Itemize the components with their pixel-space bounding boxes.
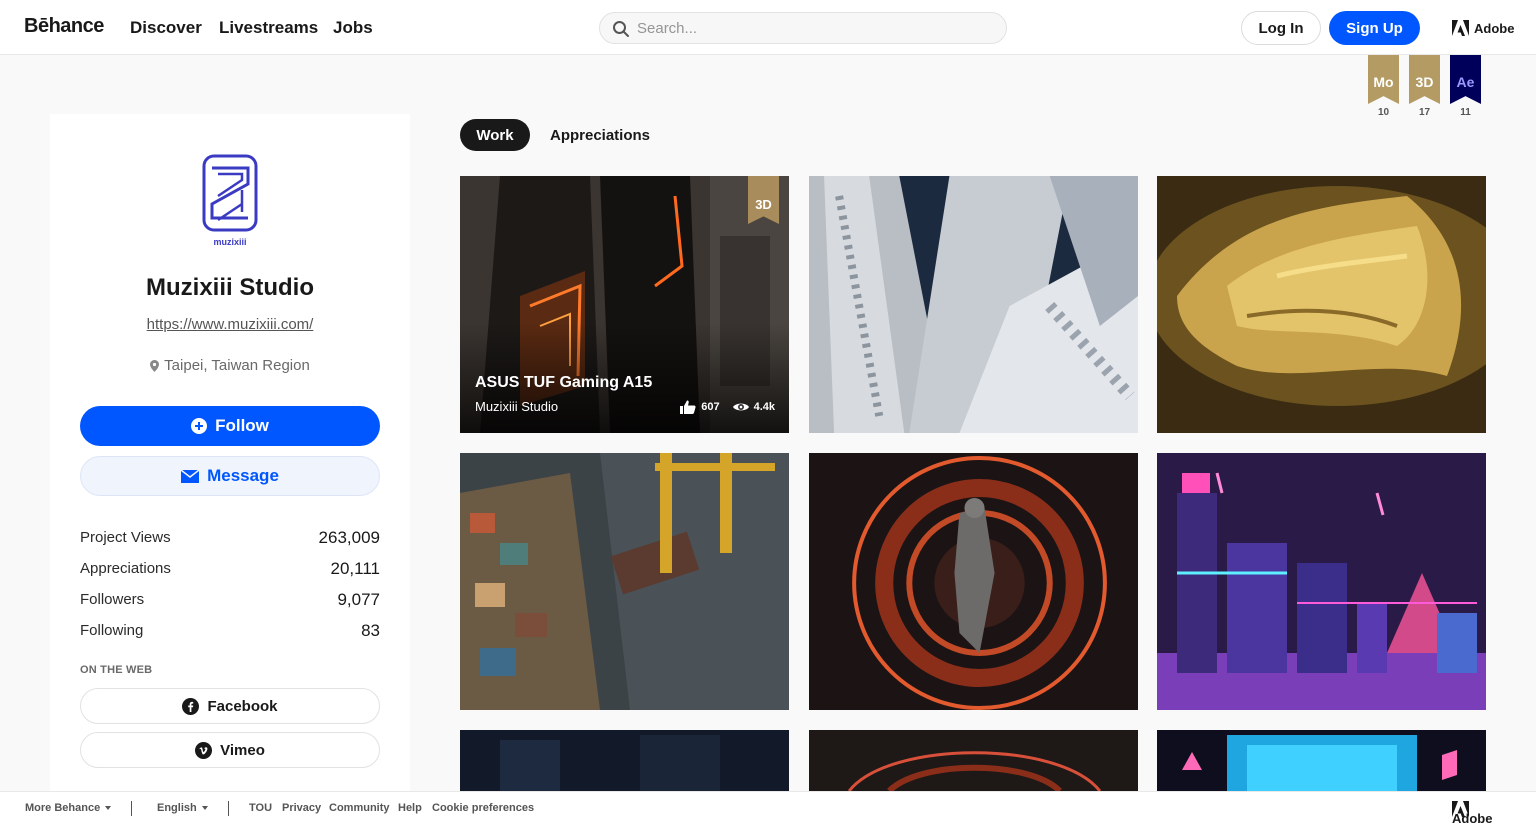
avatar[interactable] [202, 154, 258, 246]
chevron-down-icon [201, 806, 208, 811]
project-title[interactable]: ASUS TUF Gaming A15 [475, 374, 652, 392]
vimeo-link[interactable]: Vimeo [80, 732, 380, 768]
project-cover [460, 453, 789, 710]
project-cover [809, 730, 1138, 791]
on-the-web-heading: ON THE WEB [80, 664, 153, 676]
stat-value: 263,009 [318, 527, 380, 547]
facebook-link[interactable]: Facebook [80, 688, 380, 724]
footer-divider [131, 801, 132, 816]
facebook-label: Facebook [207, 697, 278, 715]
profile-card: muzixiii Muzixiii Studio https://www.muz… [50, 114, 410, 804]
project-tile-asus-tuf[interactable]: 3D ASUS TUF Gaming A15 Muzixiii Studio 6… [460, 176, 789, 433]
badge-flag: 3D [1409, 55, 1440, 104]
search-input[interactable] [637, 13, 997, 43]
profile-location: Taipei, Taiwan Region [50, 357, 410, 374]
footer-link-cookie-preferences[interactable]: Cookie preferences [432, 802, 534, 814]
footer-link-help[interactable]: Help [398, 802, 422, 814]
project-tile[interactable] [1157, 730, 1486, 791]
badge-flag: Ae [1450, 55, 1481, 104]
profile-website-link[interactable]: https://www.muzixiii.com/ [50, 316, 410, 333]
footer-adobe-link[interactable]: Adobe [1452, 801, 1492, 824]
facebook-icon [182, 697, 200, 715]
project-tile[interactable] [809, 730, 1138, 791]
badge-count: 10 [1377, 107, 1390, 118]
stat-label: Following [80, 622, 144, 639]
project-tile[interactable] [809, 176, 1138, 433]
nav-discover[interactable]: Discover [130, 18, 202, 38]
nav-livestreams[interactable]: Livestreams [219, 18, 318, 38]
avatar-wordmark: muzixiii [213, 237, 247, 247]
project-cover [1157, 730, 1486, 791]
project-tile[interactable] [460, 730, 789, 791]
project-tile[interactable] [809, 453, 1138, 710]
login-button[interactable]: Log In [1241, 11, 1321, 45]
signup-button[interactable]: Sign Up [1329, 11, 1420, 45]
plus-circle-icon [191, 418, 208, 434]
search-icon [613, 21, 629, 37]
badge-count: 11 [1460, 107, 1471, 118]
stat-value: 83 [361, 620, 380, 640]
badge-motion[interactable]: Mo 10 [1368, 55, 1399, 118]
chevron-down-icon [105, 806, 112, 811]
project-cover [1157, 453, 1486, 710]
project-tile[interactable] [1157, 176, 1486, 433]
location-text: Taipei, Taiwan Region [164, 357, 310, 374]
adobe-label: Adobe [1452, 811, 1493, 824]
badge-flag: Mo [1368, 55, 1399, 104]
stat-value: 9,077 [337, 589, 380, 609]
tab-appreciations[interactable]: Appreciations [542, 119, 658, 151]
stat-row[interactable]: Following 83 [80, 615, 380, 646]
language-menu[interactable]: English [157, 802, 208, 814]
badge-after-effects[interactable]: Ae 11 [1450, 55, 1481, 118]
more-behance-menu[interactable]: More Behance [25, 802, 112, 814]
search-bar [599, 12, 1007, 44]
stat-value: 20,111 [330, 558, 380, 578]
mail-icon [181, 469, 200, 483]
project-tile[interactable] [460, 453, 789, 710]
stat-label: Followers [80, 591, 145, 608]
project-cover [809, 176, 1138, 433]
thumbs-up-icon [680, 400, 696, 414]
adobe-label: Adobe [1474, 20, 1515, 36]
stat-row: Appreciations 20,111 [80, 553, 380, 584]
behance-logo[interactable]: Bēhance [24, 15, 104, 38]
top-bar: Bēhance Discover Livestreams Jobs Log In… [0, 0, 1536, 55]
follow-label: Follow [215, 416, 269, 435]
project-cover [460, 730, 789, 791]
follow-button[interactable]: Follow [80, 406, 380, 446]
stat-label: Project Views [80, 529, 171, 546]
footer-link-tou[interactable]: TOU [249, 802, 272, 814]
profile-name: Muzixiii Studio [146, 274, 314, 301]
project-stats: 607 4.4k [680, 400, 775, 414]
location-pin-icon [150, 359, 160, 372]
stat-label: Appreciations [80, 560, 171, 577]
badge-count: 17 [1418, 107, 1431, 118]
footer-link-privacy[interactable]: Privacy [282, 802, 321, 814]
stat-row: Project Views 263,009 [80, 522, 380, 553]
language-label: English [157, 802, 197, 814]
like-count: 607 [701, 401, 720, 413]
project-cover [1157, 176, 1486, 433]
stat-row[interactable]: Followers 9,077 [80, 584, 380, 615]
tab-work[interactable]: Work [460, 119, 530, 151]
vimeo-label: Vimeo [220, 741, 265, 759]
footer-link-community[interactable]: Community [329, 802, 390, 814]
project-tile[interactable] [1157, 453, 1486, 710]
profile-stats: Project Views 263,009 Appreciations 20,1… [80, 522, 380, 646]
footer-divider [228, 801, 229, 816]
vimeo-icon [195, 741, 213, 759]
project-owner[interactable]: Muzixiii Studio [475, 399, 558, 414]
adobe-link[interactable]: Adobe [1452, 19, 1514, 37]
eye-icon [732, 403, 749, 411]
footer: More Behance English TOU Privacy Communi… [0, 791, 1536, 824]
view-count: 4.4k [753, 401, 775, 413]
badge-3d[interactable]: 3D 17 [1409, 55, 1440, 118]
adobe-logo-icon [1452, 20, 1469, 36]
message-label: Message [207, 466, 279, 485]
more-behance-label: More Behance [25, 802, 101, 814]
project-cover [809, 453, 1138, 710]
message-button[interactable]: Message [80, 456, 380, 496]
nav-jobs[interactable]: Jobs [333, 18, 373, 38]
